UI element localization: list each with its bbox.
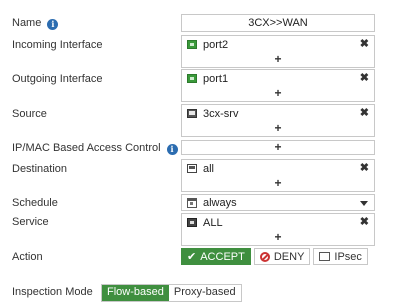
remove-source-icon[interactable]: ✖ (360, 107, 369, 120)
add-outgoing-interface-button[interactable]: + (182, 87, 374, 101)
service-label: Service (12, 216, 49, 228)
info-icon[interactable]: i (166, 144, 178, 155)
ipsec-label: IPsec (334, 250, 362, 263)
destination-value: all (203, 162, 215, 175)
accept-label: ACCEPT (200, 250, 245, 263)
add-destination-button[interactable]: + (182, 177, 374, 191)
proxy-based-button[interactable]: Proxy-based (168, 285, 241, 301)
schedule-value: always (203, 196, 237, 209)
outgoing-interface-value: port1 (203, 72, 229, 85)
incoming-interface-value: port2 (203, 38, 229, 51)
outgoing-interface-field[interactable]: port1 ✖ + (181, 69, 375, 102)
incoming-interface-field[interactable]: port2 ✖ + (181, 35, 375, 68)
chevron-down-icon (360, 201, 368, 206)
action-label: Action (12, 251, 43, 263)
action-toggle-group: ✔ ACCEPT DENY IPsec (181, 248, 371, 265)
add-source-button[interactable]: + (182, 122, 374, 136)
flow-based-button[interactable]: Flow-based (102, 285, 169, 301)
outgoing-interface-entry: port1 ✖ (182, 70, 374, 87)
service-field[interactable]: ALL ✖ + (181, 213, 375, 246)
remove-service-icon[interactable]: ✖ (360, 216, 369, 229)
source-entry: 3cx-srv ✖ (182, 105, 374, 122)
destination-field[interactable]: all ✖ + (181, 159, 375, 192)
inspection-mode-toggle: Flow-based Proxy-based (101, 284, 242, 302)
source-field[interactable]: 3cx-srv ✖ + (181, 104, 375, 137)
remove-destination-icon[interactable]: ✖ (360, 162, 369, 175)
schedule-select[interactable]: always (181, 194, 375, 211)
incoming-interface-entry: port2 ✖ (182, 36, 374, 53)
inspection-mode-label: Inspection Mode (12, 286, 93, 298)
name-label: Name i (12, 17, 59, 30)
service-icon (187, 218, 197, 227)
interface-port-icon (187, 40, 197, 49)
remove-outgoing-interface-icon[interactable]: ✖ (360, 72, 369, 85)
add-ipmac-access-control-button[interactable]: + (181, 140, 375, 155)
outgoing-interface-label: Outgoing Interface (12, 73, 103, 85)
accept-button[interactable]: ✔ ACCEPT (181, 248, 251, 265)
schedule-label: Schedule (12, 197, 58, 209)
source-value: 3cx-srv (203, 107, 239, 120)
destination-entry: all ✖ (182, 160, 374, 177)
deny-button[interactable]: DENY (253, 248, 311, 265)
info-icon[interactable]: i (47, 19, 59, 30)
destination-label: Destination (12, 163, 68, 175)
address-host-icon (187, 109, 197, 118)
name-input[interactable]: 3CX>>WAN (181, 14, 375, 32)
ipmac-access-control-label: IP/MAC Based Access Control i (12, 142, 178, 155)
address-icon (187, 164, 197, 173)
service-value: ALL (203, 216, 223, 229)
deny-icon (259, 251, 270, 262)
incoming-interface-label: Incoming Interface (12, 39, 103, 51)
source-label: Source (12, 108, 47, 120)
calendar-icon (187, 197, 197, 208)
service-entry: ALL ✖ (182, 214, 374, 231)
ipsec-icon (319, 252, 331, 261)
ipsec-button[interactable]: IPsec (313, 248, 368, 265)
add-incoming-interface-button[interactable]: + (182, 53, 374, 67)
remove-incoming-interface-icon[interactable]: ✖ (360, 38, 369, 51)
add-service-button[interactable]: + (182, 231, 374, 245)
interface-port-icon (187, 74, 197, 83)
check-icon: ✔ (187, 251, 197, 263)
deny-label: DENY (273, 250, 305, 263)
